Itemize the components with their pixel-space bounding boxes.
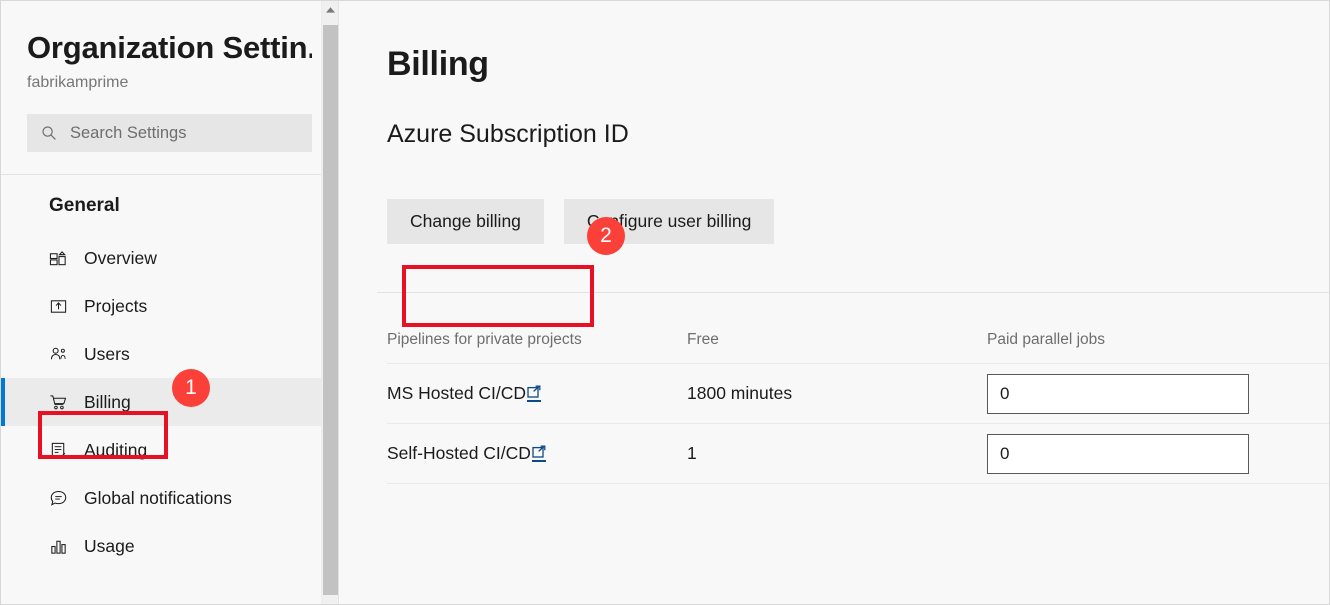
pipeline-name-label: Self-Hosted CI/CD [387, 443, 531, 463]
sidebar-item-label: Overview [84, 247, 157, 268]
org-title: Organization Settin... [27, 31, 312, 65]
dashboard-icon [49, 250, 67, 265]
annotation-badge-1: 1 [172, 369, 210, 407]
pipelines-table: Pipelines for private projects Free Paid… [387, 293, 1329, 484]
sidebar-item-label: Billing [84, 391, 131, 412]
sidebar-item-usage[interactable]: Usage [1, 522, 338, 570]
annotation-badge-2: 2 [587, 217, 625, 255]
section-title-azure-subscription-id: Azure Subscription ID [387, 120, 629, 148]
table-row: MS Hosted CI/CD 1800 minutes [387, 363, 1329, 424]
column-header-pipelines: Pipelines for private projects [387, 293, 687, 364]
org-name: fabrikamprime [27, 74, 129, 92]
users-icon [50, 347, 66, 359]
settings-sidebar: Organization Settin... fabrikamprime Sea… [1, 1, 338, 604]
cell-pipeline-name: Self-Hosted CI/CD [387, 423, 687, 484]
page-title: Billing [387, 45, 489, 83]
organization-settings-page: Organization Settin... fabrikamprime Sea… [0, 0, 1330, 605]
table-header-row: Pipelines for private projects Free Paid… [387, 293, 1329, 364]
billing-content: Billing Azure Subscription ID Change bil… [339, 1, 1329, 604]
sidebar-section-general: General [49, 195, 120, 217]
cell-free-amount: 1 [687, 423, 987, 484]
clipboard-check-icon [51, 442, 66, 458]
paid-parallel-jobs-input[interactable] [987, 433, 1249, 474]
search-icon [42, 126, 56, 140]
bar-chart-icon [51, 540, 66, 554]
sidebar-item-overview[interactable]: Overview [1, 234, 338, 282]
scrollbar-thumb[interactable] [323, 25, 338, 595]
cell-free-amount: 1800 minutes [687, 363, 987, 424]
org-header: Organization Settin... fabrikamprime [1, 1, 338, 92]
cell-paid-parallel-jobs [987, 363, 1329, 424]
column-header-free: Free [687, 293, 987, 364]
chevron-up-icon [325, 6, 335, 13]
sidebar-scrollbar[interactable] [321, 1, 338, 604]
scrollbar-up-button[interactable] [322, 1, 338, 18]
sidebar-item-label: Auditing [84, 439, 148, 460]
column-header-paid-parallel-jobs: Paid parallel jobs [987, 293, 1329, 364]
speech-bubble-icon [50, 490, 67, 506]
cell-pipeline-name: MS Hosted CI/CD [387, 363, 687, 424]
sidebar-item-label: Global notifications [84, 487, 232, 508]
pipeline-name-label: MS Hosted CI/CD [387, 383, 527, 403]
sidebar-item-label: Usage [84, 535, 135, 556]
paid-parallel-jobs-input[interactable] [987, 373, 1249, 414]
sidebar-item-global-notifications[interactable]: Global notifications [1, 474, 338, 522]
sidebar-item-auditing[interactable]: Auditing [1, 426, 338, 474]
sidebar-item-label: Projects [84, 295, 148, 316]
table-row: Self-Hosted CI/CD 1 [387, 423, 1329, 484]
cell-paid-parallel-jobs [987, 423, 1329, 484]
search-settings-field[interactable]: Search Settings [27, 114, 312, 153]
sidebar-item-label: Users [84, 343, 130, 364]
change-billing-button[interactable]: Change billing [387, 199, 544, 244]
external-link-icon[interactable] [527, 385, 542, 402]
billing-actions: Change billing Configure user billing [387, 199, 1329, 244]
project-upload-icon [50, 299, 67, 313]
external-link-icon[interactable] [531, 445, 546, 462]
search-placeholder: Search Settings [70, 123, 187, 142]
sidebar-item-billing[interactable]: Billing [1, 378, 338, 427]
sidebar-item-users[interactable]: Users [1, 330, 338, 378]
sidebar-nav-list: Overview Projects Users Billing Auditing… [1, 234, 338, 570]
cart-icon [50, 394, 67, 409]
sidebar-item-projects[interactable]: Projects [1, 282, 338, 330]
